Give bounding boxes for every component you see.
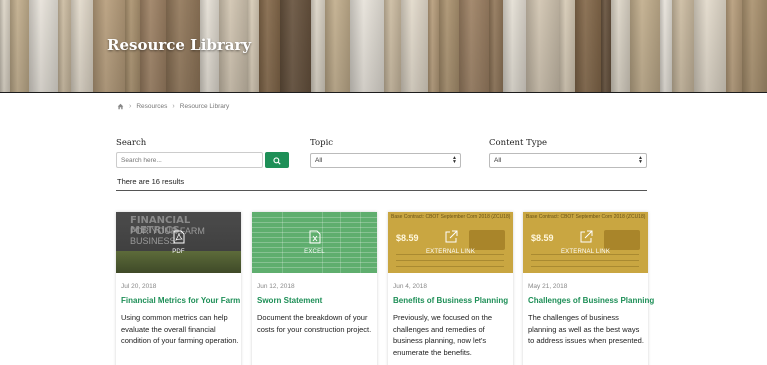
breadcrumb: › Resources › Resource Library xyxy=(117,103,229,110)
search-icon xyxy=(273,153,281,168)
thumbnail-overlay: EXCEL xyxy=(252,212,377,273)
thumbnail-overlay: EXTERNAL LINK xyxy=(388,212,513,273)
card-description: Previously, we focused on the challenges… xyxy=(393,313,493,357)
content-type-select-value: All xyxy=(494,157,502,164)
card-date: Jun 12, 2018 xyxy=(257,283,295,290)
content-type-label: Content Type xyxy=(489,138,548,148)
external-link-icon xyxy=(579,230,593,249)
chevron-right-icon: › xyxy=(172,103,175,110)
card-thumbnail[interactable]: Base Contract: CBOT September Corn 2018 … xyxy=(388,212,513,273)
topic-select[interactable]: All ▲ ▼ xyxy=(310,153,461,168)
thumbnail-overlay: PDF xyxy=(116,212,241,273)
card-title-link[interactable]: Challenges of Business Planning xyxy=(528,296,654,305)
card-date: Jun 4, 2018 xyxy=(393,283,427,290)
search-button[interactable] xyxy=(265,152,289,168)
card-title-link[interactable]: Sworn Statement xyxy=(257,296,322,305)
external-link-icon xyxy=(444,230,458,249)
results-count: There are 16 results xyxy=(117,177,185,186)
card-title-link[interactable]: Financial Metrics for Your Farm xyxy=(121,296,240,305)
card-type-label: EXCEL xyxy=(304,249,325,255)
card-thumbnail[interactable]: FINANCIAL METRICS FOR YOUR FARM BUSINESS… xyxy=(116,212,241,273)
content-type-select[interactable]: All ▲ ▼ xyxy=(489,153,647,168)
card-type-label: EXTERNAL LINK xyxy=(425,249,476,255)
thumbnail-overlay: EXTERNAL LINK xyxy=(523,212,648,273)
resource-card[interactable]: Base Contract: CBOT September Corn 2018 … xyxy=(523,212,654,365)
card-description: Using common metrics can help evaluate t… xyxy=(121,313,239,345)
breadcrumb-link-resources[interactable]: Resources xyxy=(136,103,167,110)
select-arrows-icon: ▲ ▼ xyxy=(452,155,457,165)
card-description: The challenges of business planning as w… xyxy=(528,313,644,345)
card-thumbnail[interactable]: Base Contract: CBOT September Corn 2018 … xyxy=(523,212,648,273)
breadcrumb-current: Resource Library xyxy=(179,103,230,110)
card-title-link[interactable]: Benefits of Business Planning xyxy=(393,296,508,305)
chevron-right-icon: › xyxy=(129,103,132,110)
resource-card[interactable]: EXCEL Jun 12, 2018 Sworn Statement Docum… xyxy=(252,212,377,365)
search-label: Search xyxy=(116,138,147,148)
topic-select-value: All xyxy=(315,157,323,164)
topic-label: Topic xyxy=(310,138,334,148)
resource-card[interactable]: Base Contract: CBOT September Corn 2018 … xyxy=(388,212,513,365)
home-icon[interactable] xyxy=(117,103,124,110)
card-type-label: PDF xyxy=(172,249,185,255)
results-divider xyxy=(116,190,647,191)
search-input[interactable] xyxy=(116,152,263,168)
card-thumbnail[interactable]: EXCEL xyxy=(252,212,377,273)
page-title: Resource Library xyxy=(107,36,252,54)
pdf-file-icon xyxy=(173,230,185,249)
card-date: May 21, 2018 xyxy=(528,283,568,290)
hero-divider xyxy=(0,92,767,93)
card-type-label: EXTERNAL LINK xyxy=(560,249,611,255)
card-date: Jul 20, 2018 xyxy=(121,283,157,290)
card-description: Document the breakdown of your costs for… xyxy=(257,313,372,334)
select-arrows-icon: ▲ ▼ xyxy=(638,155,643,165)
excel-file-icon xyxy=(309,230,321,249)
resource-card[interactable]: FINANCIAL METRICS FOR YOUR FARM BUSINESS… xyxy=(116,212,241,365)
hero-banner: Resource Library xyxy=(0,0,767,92)
